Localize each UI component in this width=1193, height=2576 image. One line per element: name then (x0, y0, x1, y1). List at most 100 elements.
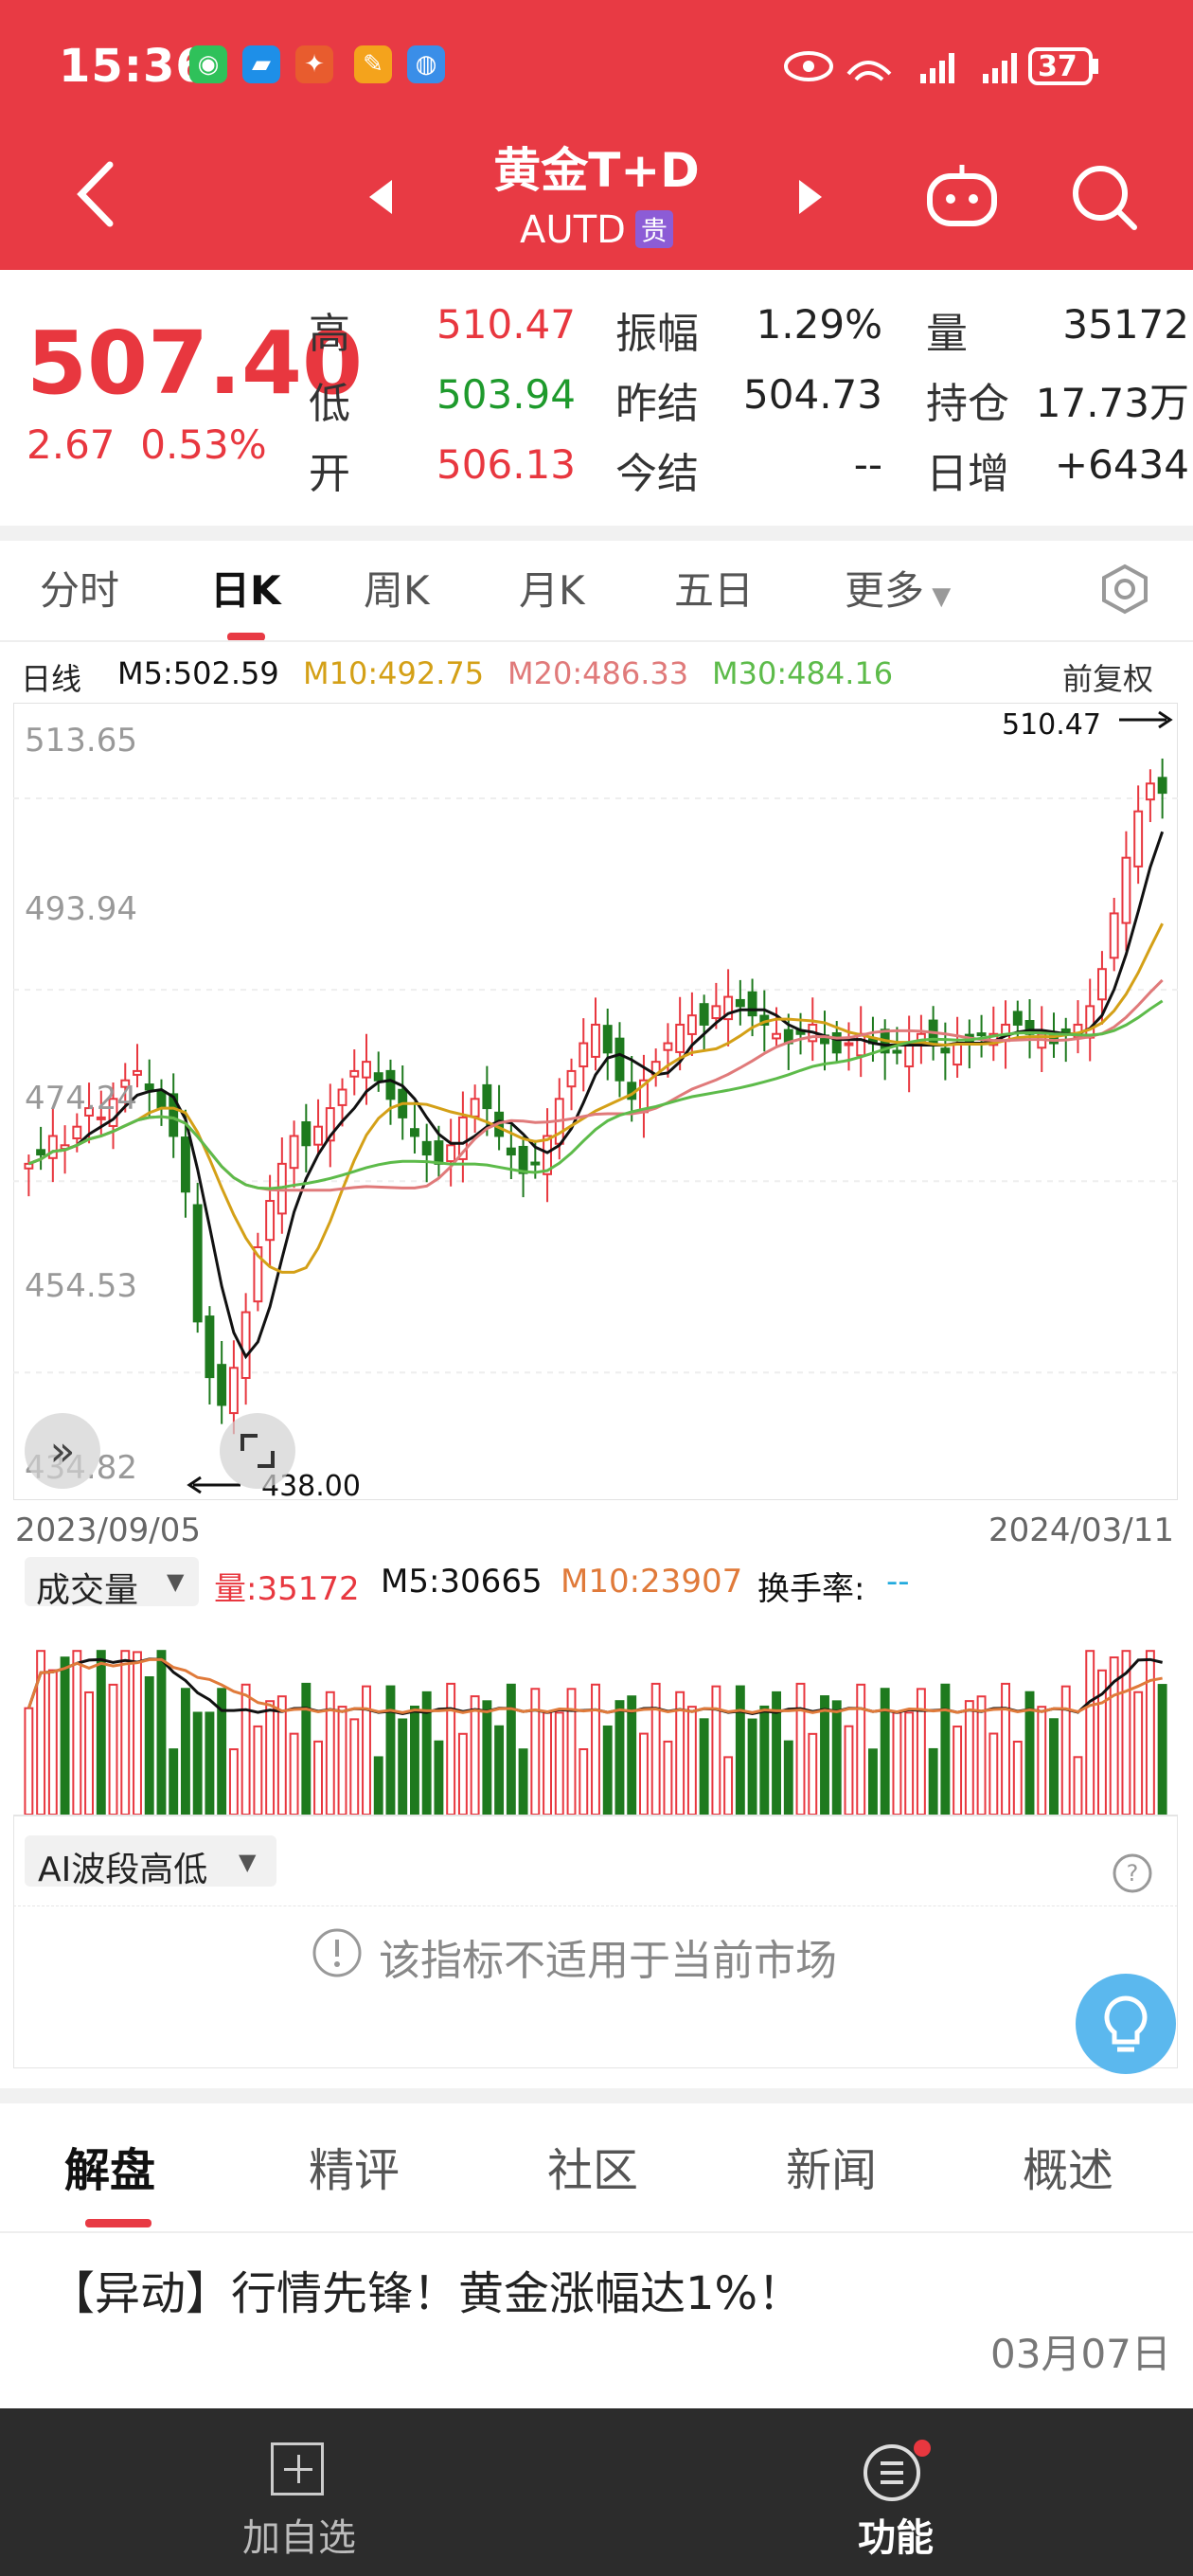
function-label[interactable]: 功能 (858, 2507, 934, 2562)
volume-bar (457, 1732, 468, 1815)
app-screen: 15:36 ◉ ▰ ✦ ✎ ◍ 37 黄金T+D AUTD 贵 507.40 2… (0, 0, 1193, 2576)
tab-divider (0, 640, 1193, 642)
tab-overview[interactable]: 概述 (1023, 2133, 1113, 2199)
candle (180, 1136, 190, 1193)
news-date: 03月07日 (990, 2331, 1171, 2377)
candle (1012, 1011, 1023, 1026)
label-volume: 量 (926, 310, 968, 358)
volume-chart[interactable] (13, 1610, 1178, 1815)
robot-icon[interactable] (924, 159, 1000, 229)
news-headline[interactable]: 【异动】行情先锋！黄金涨幅达1%！ (49, 2256, 803, 2322)
x-start-date: 2023/09/05 (15, 1512, 201, 1549)
volume-bar (434, 1740, 444, 1815)
volume-bar (265, 1700, 276, 1815)
candle (976, 1032, 987, 1037)
volume-bar (192, 1711, 203, 1815)
indicator-select[interactable]: AI波段高低 ▼ (25, 1835, 276, 1889)
candle (240, 1311, 251, 1380)
tab-daily-k[interactable]: 日K (210, 559, 281, 617)
volume-bar (1049, 1718, 1059, 1815)
indicator-name: AI波段高低 (38, 1851, 208, 1889)
settings-icon[interactable] (1098, 563, 1151, 616)
volume-bar (506, 1683, 516, 1815)
y-tick-2: 493.94 (25, 890, 137, 928)
help-icon[interactable]: ? (1110, 1851, 1155, 1896)
volume-indicator-select[interactable]: 成交量 ▼ (25, 1557, 199, 1610)
tab-intraday[interactable]: 分时 (40, 559, 119, 617)
volume-bar (24, 1707, 34, 1815)
volume-bar (904, 1711, 915, 1815)
turnover-value: -- (886, 1563, 910, 1601)
high-marker: 510.47 (1002, 708, 1101, 742)
candle (96, 1116, 106, 1120)
tab-monthly-k[interactable]: 月K (519, 559, 585, 617)
tab-commentary[interactable]: 精评 (309, 2133, 400, 2199)
adjust-mode[interactable]: 前复权 (1062, 655, 1153, 699)
next-icon[interactable] (795, 178, 824, 216)
volume-bar (1037, 1706, 1047, 1815)
volume-bar (844, 1725, 854, 1815)
volume-bar (735, 1685, 745, 1815)
candle (192, 1204, 203, 1323)
candle (265, 1200, 276, 1242)
page-title: 黄金T+D (493, 143, 700, 198)
instrument-code: AUTD (520, 208, 626, 252)
kline-chart[interactable] (13, 703, 1178, 1500)
fullscreen-icon[interactable] (220, 1413, 295, 1489)
category-badge: 贵 (634, 210, 673, 248)
candle (337, 1088, 347, 1106)
candle (699, 1003, 709, 1026)
search-icon[interactable] (1068, 161, 1140, 233)
volume-bar (120, 1650, 131, 1815)
candle (1109, 912, 1119, 959)
ai-assistant-button[interactable] (1076, 1974, 1176, 2074)
volume-bar (133, 1651, 142, 1815)
volume-bar (84, 1690, 95, 1815)
volume-bar (349, 1718, 360, 1815)
tab-news[interactable]: 新闻 (786, 2133, 877, 2199)
volume-bar (566, 1688, 577, 1815)
volume-bar (1157, 1684, 1167, 1815)
candle (566, 1069, 577, 1088)
candle (602, 1025, 613, 1054)
tab-weekly-k[interactable]: 周K (364, 559, 430, 617)
volume-bar (470, 1695, 480, 1815)
add-watchlist-label[interactable]: 加自选 (242, 2507, 356, 2562)
lightbulb-icon (1104, 1995, 1148, 2052)
candle (301, 1120, 312, 1147)
value-high: 510.47 (436, 301, 576, 348)
ma10-value: M10:492.75 (303, 655, 485, 691)
candle (421, 1140, 432, 1156)
candle (735, 998, 745, 1008)
volume-bar (96, 1650, 106, 1815)
candle (579, 1042, 589, 1068)
top-bar: 15:36 ◉ ▰ ✦ ✎ ◍ 37 黄金T+D AUTD 贵 (0, 0, 1193, 270)
volume-bar (831, 1700, 842, 1815)
value-settle: -- (853, 441, 882, 488)
tab-five-day[interactable]: 五日 (674, 559, 754, 617)
volume-bar (783, 1740, 793, 1815)
volume-bar (614, 1700, 625, 1815)
volume-bar (627, 1695, 637, 1815)
volume-bar (301, 1682, 312, 1815)
value-volume: 35172 (1062, 301, 1189, 348)
app2-icon: ✎ (354, 45, 392, 83)
x-end-date: 2024/03/11 (988, 1512, 1174, 1549)
turnover-label: 换手率: (757, 1570, 865, 1608)
candle (940, 1047, 951, 1054)
tab-community[interactable]: 社区 (547, 2133, 638, 2199)
ma-label: 日线 (21, 661, 82, 697)
candle (482, 1083, 492, 1110)
volume-bar (928, 1747, 938, 1815)
volume-bar (1133, 1690, 1144, 1815)
volume-bar (313, 1740, 324, 1815)
expand-left-icon[interactable]: » (25, 1413, 100, 1489)
tab-more[interactable]: 更多 ▼ (845, 559, 951, 617)
menu-icon[interactable] (862, 2437, 932, 2507)
caret-down-icon: ▼ (167, 1568, 185, 1595)
tab-analysis[interactable]: 解盘 (64, 2133, 155, 2199)
candle (1085, 1005, 1095, 1039)
label-amplitude: 振幅 (615, 310, 699, 358)
message-icon: ▰ (242, 45, 280, 83)
y-tick-1: 513.65 (25, 722, 137, 760)
